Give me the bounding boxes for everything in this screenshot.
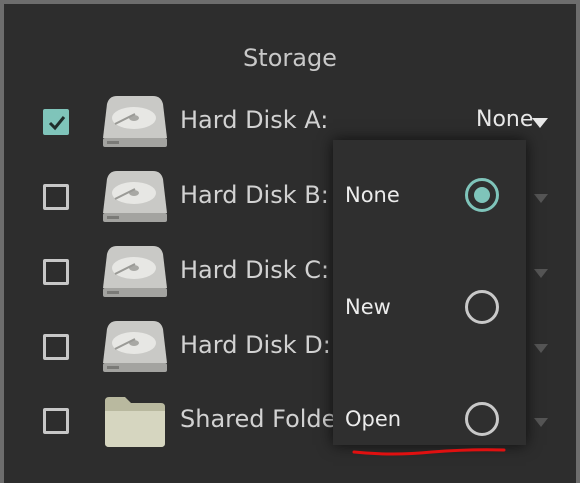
hard-disk-icon (103, 171, 167, 222)
chevron-down-icon[interactable] (532, 118, 548, 128)
hard-disk-c-label: Hard Disk C: (180, 256, 330, 284)
option-none-radio[interactable] (465, 178, 499, 212)
hard-disk-c-checkbox[interactable] (43, 259, 69, 285)
option-open-label: Open (345, 407, 402, 431)
hard-disk-b-label: Hard Disk B: (180, 181, 329, 209)
hard-disk-a-label: Hard Disk A: (180, 106, 329, 134)
hard-disk-icon (103, 96, 167, 147)
red-underline-annotation (352, 448, 506, 456)
option-new-radio[interactable] (465, 290, 499, 324)
shared-folder-label: Shared Folde (180, 405, 337, 433)
checkmark-icon (48, 116, 66, 131)
chevron-down-icon[interactable] (534, 194, 548, 203)
chevron-down-icon[interactable] (534, 344, 548, 353)
chevron-down-icon[interactable] (534, 269, 548, 278)
hard-disk-a-checkbox[interactable] (43, 109, 69, 135)
option-open-radio[interactable] (465, 402, 499, 436)
hard-disk-d-checkbox[interactable] (43, 334, 69, 360)
hard-disk-a-dropdown-value[interactable]: None (476, 107, 533, 132)
option-open[interactable]: Open (333, 391, 526, 451)
storage-option-popup: None New Open (333, 140, 526, 445)
shared-folder-checkbox[interactable] (43, 408, 69, 434)
option-none-label: None (345, 183, 400, 207)
option-new-label: New (345, 295, 391, 319)
hard-disk-b-checkbox[interactable] (43, 184, 69, 210)
option-new[interactable]: New (333, 279, 526, 339)
folder-icon (105, 397, 165, 447)
chevron-down-icon[interactable] (534, 418, 548, 427)
hard-disk-d-label: Hard Disk D: (180, 331, 331, 359)
hard-disk-icon (103, 246, 167, 297)
hard-disk-icon (103, 321, 167, 372)
option-none[interactable]: None (333, 167, 526, 227)
panel-title: Storage (243, 44, 337, 72)
